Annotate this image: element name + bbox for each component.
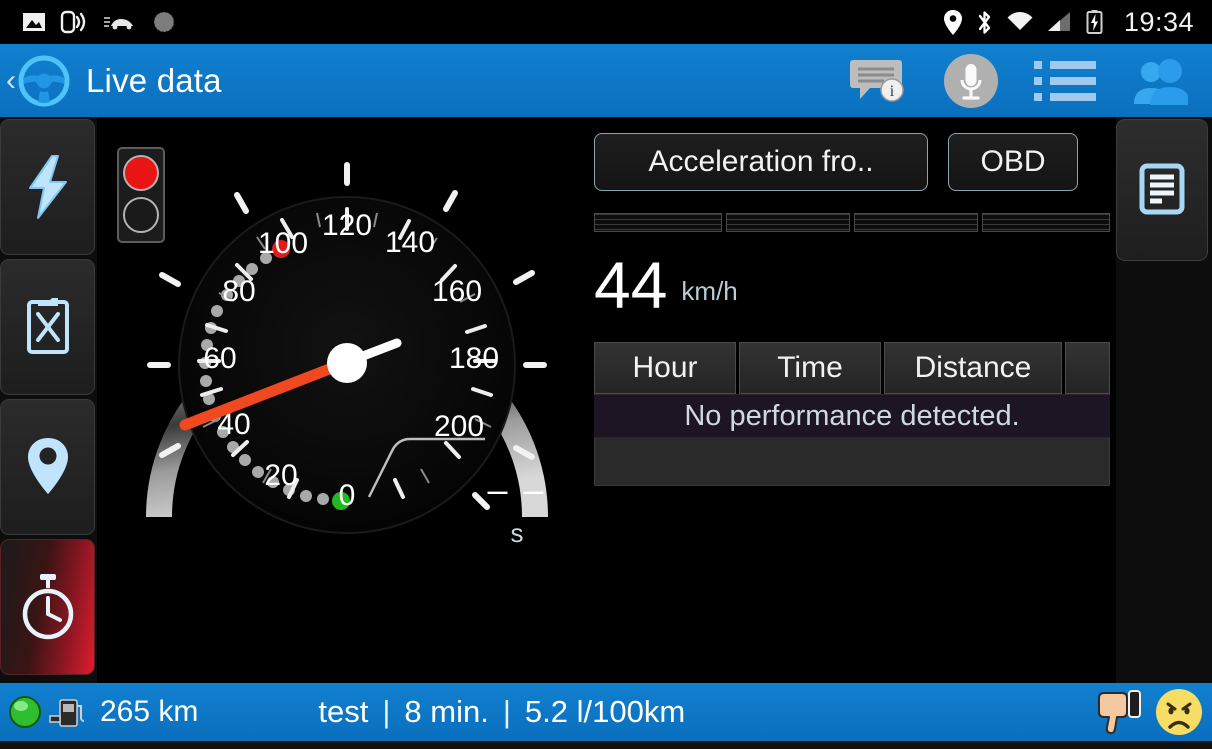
trip-summary: test | 8 min. | 5.2 l/100km (318, 694, 685, 730)
location-icon (943, 9, 962, 35)
table-header-distance[interactable]: Distance (884, 342, 1062, 394)
svg-text:i: i (890, 83, 895, 100)
table-header-row: Hour Time Distance (594, 342, 1110, 394)
gauge-tick-100: 100 (258, 227, 308, 260)
signal-icon (1047, 12, 1070, 31)
right-sidebar (1116, 117, 1212, 683)
traffic-light-indicator (117, 147, 165, 243)
sidebar-item-performance[interactable] (0, 539, 95, 675)
elapsed-time-unit: s (510, 518, 524, 548)
document-report-icon (1139, 163, 1185, 215)
list-icon[interactable] (1034, 58, 1096, 104)
acceleration-tab[interactable]: Acceleration fro.. (594, 133, 928, 191)
app-title-bar: ‹ Live data i (0, 44, 1212, 117)
car-icon (104, 17, 133, 30)
performance-table: Hour Time Distance No performance detect… (594, 342, 1110, 486)
image-icon (23, 13, 45, 31)
gauge-tick-60: 60 (203, 342, 236, 375)
traffic-light-off (123, 197, 159, 233)
table-message-row: No performance detected. (594, 394, 1110, 438)
speed-value: 44 (594, 248, 668, 322)
chat-info-icon[interactable]: i (850, 57, 908, 105)
sad-face-icon[interactable] (1154, 687, 1204, 737)
sidebar-item-fault-codes[interactable] (0, 259, 95, 395)
panel-tab-row: Acceleration fro.. OBD (594, 133, 1110, 191)
elapsed-time-value: – – (487, 469, 547, 510)
bottom-bar-range-group: 265 km (0, 695, 198, 729)
gauge-tick-140: 140 (385, 226, 435, 259)
gauge-tick-80: 80 (222, 275, 255, 308)
segment-bar-2 (726, 213, 850, 232)
green-ball-icon (9, 696, 41, 728)
thumbs-down-icon[interactable] (1096, 689, 1148, 735)
segment-bar-3 (854, 213, 978, 232)
location-pin-icon (27, 438, 68, 494)
segment-bar-1 (594, 213, 722, 232)
vibrate-icon (60, 10, 86, 34)
speedometer-gauge[interactable]: 0 20 40 60 80 100 120 140 160 180 200 – … (107, 125, 587, 565)
gauge-tick-120: 120 (322, 209, 372, 242)
trip-duration: 8 min. (404, 694, 489, 729)
wifi-icon (1007, 12, 1033, 30)
sidebar-item-live-data[interactable] (0, 119, 95, 255)
status-bar-right-icons: 19:34 (943, 7, 1212, 38)
screen-bottom-edge (0, 741, 1212, 749)
battery-charging-icon (1086, 10, 1103, 34)
clipboard-x-icon (26, 298, 69, 354)
main-content: 0 20 40 60 80 100 120 140 160 180 200 – … (97, 117, 1116, 683)
left-sidebar (0, 117, 97, 683)
bluetooth-icon (978, 10, 991, 34)
steering-wheel-icon (18, 55, 70, 107)
fuel-pump-icon (49, 699, 85, 727)
trip-name: test (318, 694, 369, 729)
screen-root: 19:34 ‹ Live data i 0 20 40 60 80 100 12… (0, 0, 1212, 749)
segment-bar-group (594, 213, 1110, 232)
microphone-icon[interactable] (942, 52, 1000, 110)
page-title: Live data (86, 61, 222, 99)
sidebar-item-location[interactable] (0, 399, 95, 535)
speed-readout: 44 km/h (594, 248, 1110, 322)
obd-tab[interactable]: OBD (948, 133, 1078, 191)
gauge-tick-180: 180 (449, 342, 499, 375)
gauge-tick-20: 20 (264, 459, 297, 492)
bottom-bar-rating (1096, 687, 1212, 737)
gauge-tick-0: 0 (339, 479, 356, 512)
bottom-status-bar: 265 km test | 8 min. | 5.2 l/100km (0, 683, 1212, 741)
gauge-tick-160: 160 (432, 275, 482, 308)
sync-icon (153, 11, 175, 33)
status-bar-clock: 19:34 (1123, 6, 1194, 37)
lightning-bolt-icon (28, 155, 67, 219)
trip-consumption: 5.2 l/100km (524, 694, 686, 729)
table-empty-row (594, 438, 1110, 486)
speed-unit: km/h (681, 276, 738, 306)
range-value: 265 km (100, 695, 199, 728)
segment-bar-4 (982, 213, 1110, 232)
elapsed-time-readout: – – s (477, 469, 557, 549)
separator-2: | (502, 694, 511, 729)
table-header-time[interactable]: Time (739, 342, 881, 394)
title-bar-actions: i (850, 52, 1212, 110)
status-bar-left-icons (0, 10, 176, 34)
stopwatch-icon (22, 574, 73, 640)
table-header-hour[interactable]: Hour (594, 342, 736, 394)
separator-1: | (382, 694, 391, 729)
android-status-bar: 19:34 (0, 0, 1212, 44)
traffic-light-red (123, 155, 159, 191)
measurement-panel: Acceleration fro.. OBD 44 km/h Hour Time… (594, 133, 1110, 486)
sidebar-item-report[interactable] (1116, 119, 1208, 261)
table-header-extra[interactable] (1065, 342, 1110, 394)
user-icon[interactable] (1130, 57, 1188, 105)
